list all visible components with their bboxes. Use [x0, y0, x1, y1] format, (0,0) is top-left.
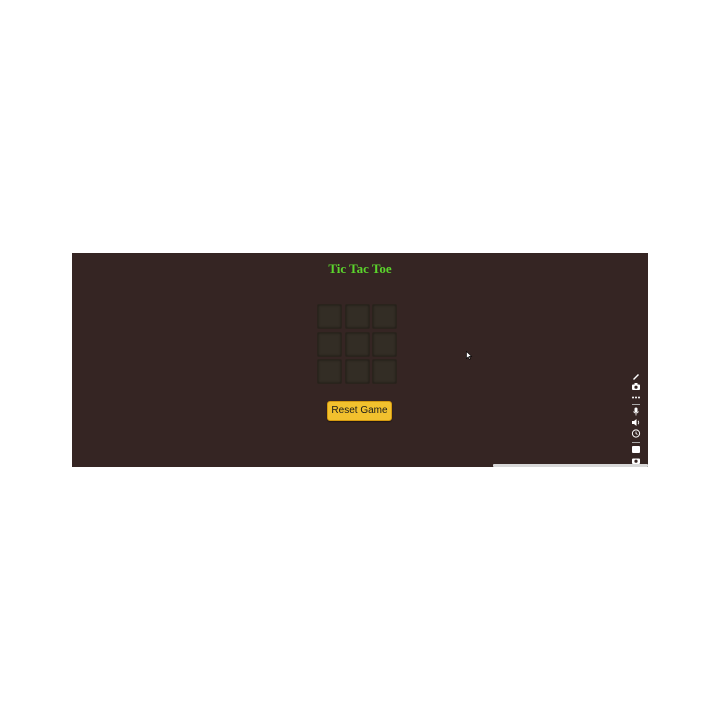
- board-cell-2[interactable]: [344, 304, 370, 329]
- pen-icon[interactable]: [630, 372, 642, 381]
- side-toolbar: [628, 372, 644, 467]
- game-board: [317, 304, 397, 384]
- timer-icon[interactable]: [630, 429, 642, 438]
- board-cell-3[interactable]: [372, 304, 397, 329]
- horizontal-scrollbar[interactable]: [493, 464, 648, 467]
- game-viewport: Tic Tac Toe Reset Game: [72, 253, 648, 467]
- board-cell-1[interactable]: [317, 304, 342, 329]
- board-cell-9[interactable]: [372, 359, 397, 384]
- board-cell-5[interactable]: [344, 331, 370, 357]
- window-icon[interactable]: [630, 445, 642, 454]
- board-cell-4[interactable]: [317, 331, 342, 357]
- board-cell-6[interactable]: [372, 331, 397, 357]
- reset-game-button[interactable]: Reset Game: [327, 401, 392, 421]
- camera-icon[interactable]: [630, 382, 642, 391]
- speaker-icon[interactable]: [630, 418, 642, 427]
- mouse-cursor-icon: [466, 351, 473, 360]
- microphone-icon[interactable]: [630, 407, 642, 416]
- page-title: Tic Tac Toe: [328, 261, 392, 276]
- board-cell-7[interactable]: [317, 359, 342, 384]
- board-cell-8[interactable]: [344, 359, 370, 384]
